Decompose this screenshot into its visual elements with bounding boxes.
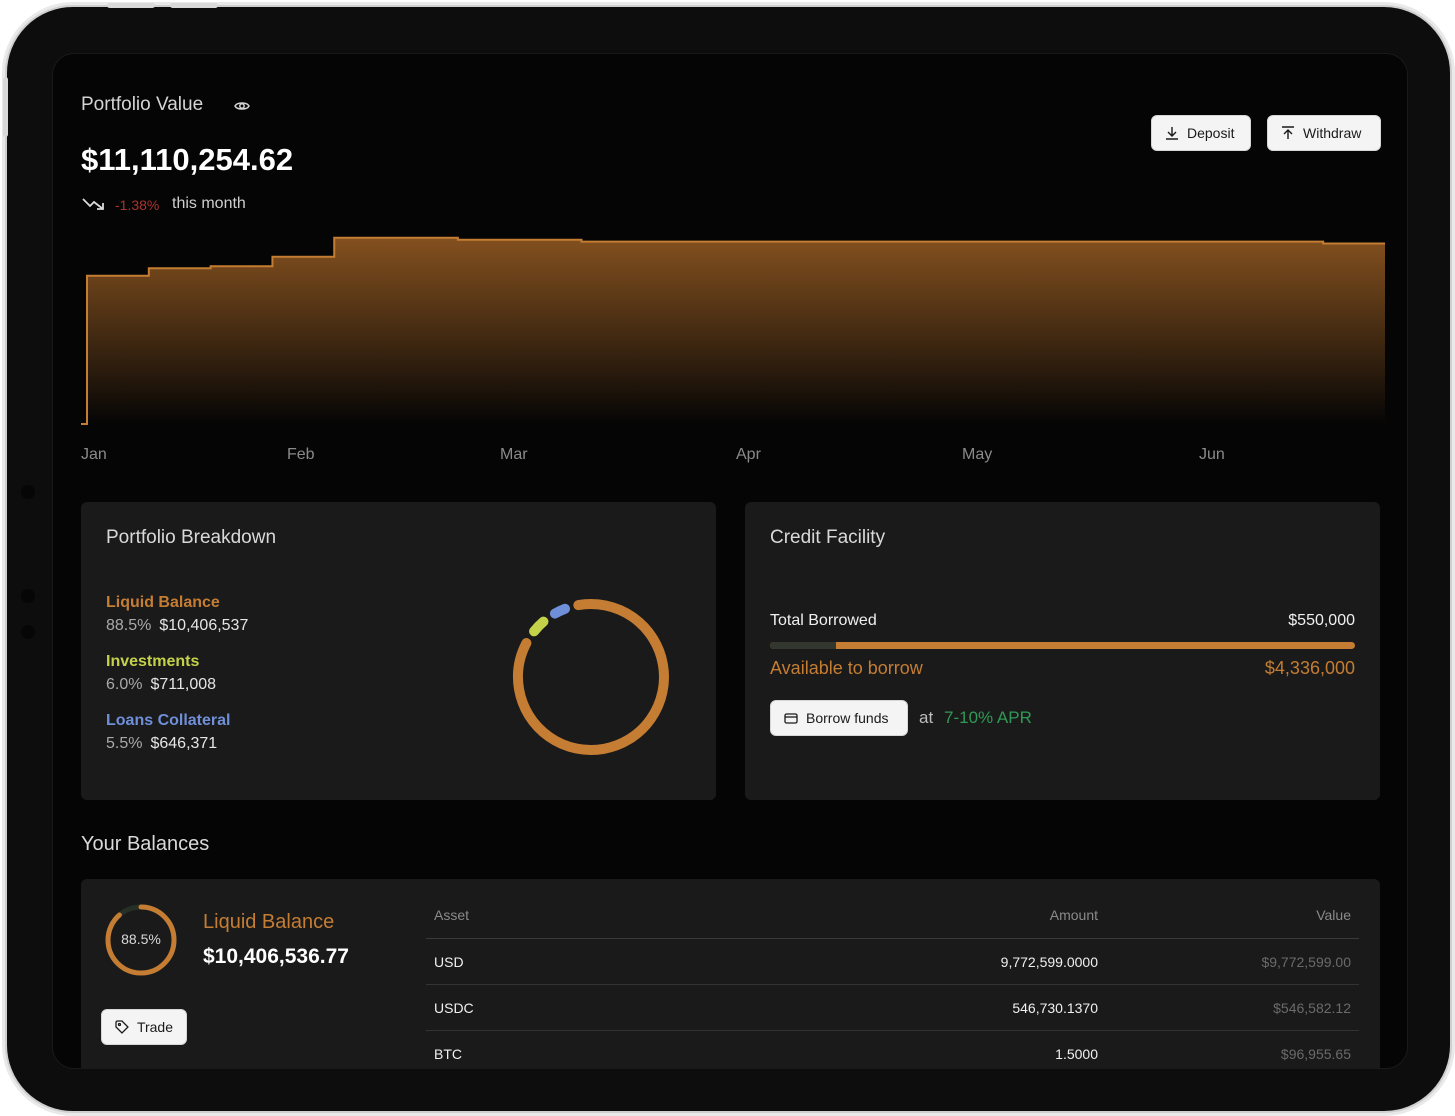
deposit-button[interactable]: Deposit — [1151, 115, 1251, 151]
tag-icon — [115, 1020, 129, 1034]
breakdown-item-investments: Investments 6.0% $711,008 — [106, 653, 216, 694]
ring-percent: 88.5% — [121, 931, 161, 947]
cell-value: $546,582.12 — [1273, 999, 1351, 1016]
x-tick-label: Jan — [81, 446, 107, 463]
trade-button[interactable]: Trade — [101, 1009, 187, 1045]
breakdown-amount: $10,406,537 — [159, 617, 249, 634]
available-amount: $4,336,000 — [1264, 658, 1355, 678]
table-row[interactable]: USD 9,772,599.0000 $9,772,599.00 — [426, 939, 1359, 985]
total-borrowed-amount: $550,000 — [1288, 612, 1355, 629]
upload-icon — [1282, 126, 1294, 139]
breakdown-amount: $711,008 — [150, 676, 217, 693]
tablet-frame: Portfolio Value $11,110,254.62 -1.38% th… — [3, 3, 1452, 1113]
column-header-amount[interactable]: Amount — [806, 907, 1098, 923]
x-tick-label: Apr — [736, 446, 761, 463]
withdraw-label: Withdraw — [1303, 125, 1362, 141]
balances-card: 88.5% Liquid Balance $10,406,536.77 Trad… — [81, 879, 1380, 1068]
cell-asset: BTC — [434, 1046, 462, 1062]
withdraw-button[interactable]: Withdraw — [1267, 115, 1381, 151]
x-tick-label: Jun — [1199, 446, 1225, 463]
cell-asset: USD — [434, 953, 464, 970]
donut-slice — [513, 599, 669, 755]
breakdown-label: Investments — [106, 653, 200, 670]
sensor-dot — [21, 625, 35, 639]
borrow-funds-button[interactable]: Borrow funds — [770, 700, 908, 736]
column-header-asset[interactable]: Asset — [426, 907, 806, 923]
x-tick-label: May — [962, 446, 993, 463]
cell-amount: 546,730.1370 — [1012, 999, 1098, 1016]
side-button — [3, 77, 8, 137]
cell-value: $96,955.65 — [1280, 1046, 1351, 1062]
page-title: Portfolio Value — [81, 94, 204, 115]
volume-button — [107, 3, 155, 8]
breakdown-label: Liquid Balance — [106, 594, 220, 611]
cell-asset: USDC — [434, 999, 474, 1016]
table-row[interactable]: BTC 1.5000 $96,955.65 — [426, 1031, 1359, 1068]
balances-title: Your Balances — [81, 833, 210, 855]
credit-facility-card: Credit Facility Total Borrowed $550,000 … — [745, 502, 1380, 800]
power-button — [170, 3, 218, 8]
cell-amount: 1.5000 — [1055, 1046, 1098, 1062]
sensor-dot — [21, 589, 35, 603]
liquid-balance-label: Liquid Balance — [203, 911, 335, 933]
apr-prefix: at — [919, 708, 934, 727]
breakdown-percent: 88.5% — [106, 617, 152, 634]
donut-slice — [513, 599, 669, 755]
breakdown-percent: 6.0% — [106, 676, 143, 693]
credit-usage-bar — [770, 642, 1355, 649]
trade-label: Trade — [136, 1019, 173, 1035]
eye-icon[interactable] — [234, 98, 250, 114]
camera-dot — [21, 485, 35, 499]
breakdown-item-loans: Loans Collateral 5.5% $646,371 — [106, 712, 230, 753]
apr-range: 7-10% APR — [944, 708, 1032, 727]
trend-down-icon — [82, 198, 104, 210]
table-row[interactable]: USDC 546,730.1370 $546,582.12 — [426, 985, 1359, 1031]
portfolio-value: $11,110,254.62 — [81, 142, 294, 177]
breakdown-item-liquid: Liquid Balance 88.5% $10,406,537 — [106, 594, 248, 635]
deposit-label: Deposit — [1187, 125, 1235, 141]
total-borrowed-label: Total Borrowed — [770, 612, 877, 629]
app-screen: Portfolio Value $11,110,254.62 -1.38% th… — [52, 53, 1408, 1069]
x-tick-label: Feb — [287, 446, 315, 463]
borrow-label: Borrow funds — [806, 710, 889, 726]
card-icon — [784, 713, 798, 724]
credit-title: Credit Facility — [770, 527, 886, 548]
breakdown-title: Portfolio Breakdown — [106, 527, 277, 548]
credit-used-fill — [770, 642, 836, 649]
change-percent: -1.38% — [115, 197, 160, 213]
available-label: Available to borrow — [770, 658, 923, 678]
breakdown-percent: 5.5% — [106, 735, 143, 752]
table-header: Asset Amount Value — [426, 907, 1359, 939]
download-icon — [1166, 127, 1178, 140]
balances-table: Asset Amount Value USD 9,772,599.0000 $9… — [426, 907, 1359, 1068]
breakdown-label: Loans Collateral — [106, 712, 231, 729]
portfolio-breakdown-card: Portfolio Breakdown Liquid Balance 88.5%… — [81, 502, 716, 800]
change-suffix: this month — [172, 195, 246, 212]
breakdown-amount: $646,371 — [150, 735, 218, 752]
chart-area-fill — [81, 237, 1385, 424]
liquid-balance-value: $10,406,536.77 — [203, 945, 349, 968]
cell-value: $9,772,599.00 — [1261, 953, 1351, 970]
donut-slice — [513, 599, 669, 755]
column-header-value[interactable]: Value — [1098, 907, 1351, 923]
cell-amount: 9,772,599.0000 — [1000, 953, 1098, 970]
portfolio-chart — [81, 236, 1385, 425]
x-tick-label: Mar — [500, 446, 528, 463]
breakdown-donut-chart — [513, 599, 669, 755]
